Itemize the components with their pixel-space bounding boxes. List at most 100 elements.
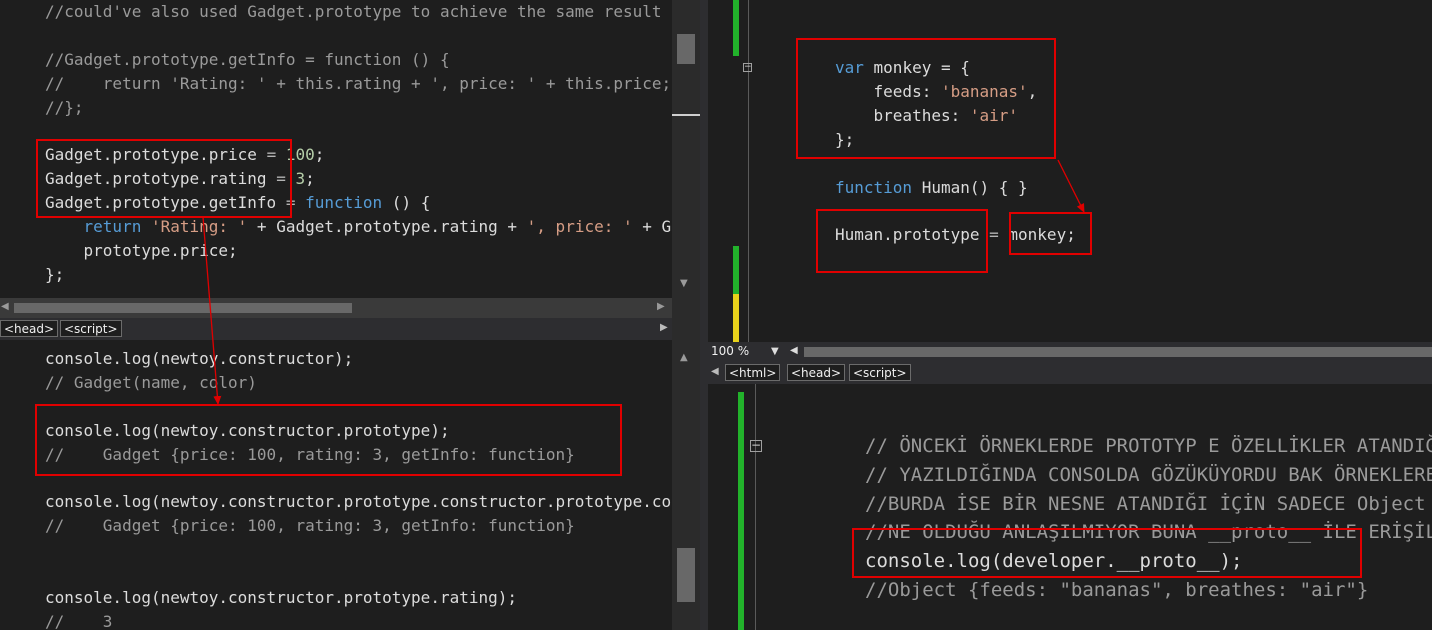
code-token: breathes: — [835, 105, 970, 125]
breadcrumb-scroll-left-icon[interactable]: ◀ — [711, 366, 719, 377]
code-token: Human() { } — [912, 177, 1028, 197]
code-token: function — [835, 177, 913, 197]
code-line[interactable]: // ÖNCEKİ ÖRNEKLERDE PROTOTYP E ÖZELLİKL… — [865, 432, 1432, 461]
code-line[interactable]: //}; — [45, 96, 84, 120]
scroll-marker — [672, 114, 700, 116]
top-left-breadcrumb-bar: <head> <script> ▶ — [0, 318, 672, 340]
code-line[interactable]: //Object {feeds: "bananas", breathes: "a… — [865, 576, 1368, 605]
code-line[interactable]: //Gadget.prototype.getInfo = function ()… — [45, 48, 450, 72]
code-token: function — [305, 193, 383, 213]
code-line[interactable]: // Gadget(name, color) — [45, 371, 257, 395]
code-line[interactable]: // YAZILDIĞINDA CONSOLDA GÖZÜKÜYORDU BAK… — [865, 461, 1432, 490]
code-token: Human.prototype — [835, 225, 990, 245]
code-line[interactable]: return 'Rating: ' + Gadget.prototype.rat… — [45, 215, 672, 239]
scroll-left-arrow-icon[interactable]: ◀ — [790, 345, 798, 356]
code-token: = — [989, 225, 999, 245]
code-line[interactable]: console.log(newtoy.constructor); — [45, 347, 353, 371]
bottom-left-editor[interactable]: console.log(newtoy.constructor); // Gadge… — [0, 340, 672, 630]
code-token: //could've also used Gadget.prototype to… — [45, 2, 662, 21]
code-token: 'Rating: ' — [150, 217, 248, 237]
top-left-horizontal-scrollbar[interactable]: ◀ ▶ — [0, 298, 672, 318]
breadcrumb-head[interactable]: <head> — [787, 364, 846, 381]
breadcrumb-script[interactable]: <script> — [849, 364, 911, 381]
code-line[interactable]: // return 'Rating: ' + this.rating + ', … — [45, 72, 671, 96]
code-token: console.log(developer.__proto__); — [865, 550, 1243, 573]
code-token: = — [266, 145, 277, 165]
code-token: prototype.price; — [45, 241, 238, 260]
code-token: console.log(newtoy.constructor.prototype… — [45, 420, 450, 440]
code-line[interactable]: }; — [835, 128, 854, 152]
top-left-vertical-scrollbar[interactable]: ▼ — [672, 0, 700, 298]
code-token: console.log(newtoy.constructor.prototype… — [45, 492, 672, 512]
code-line[interactable]: feeds: 'bananas', — [835, 80, 1038, 104]
code-token: }; — [45, 264, 65, 284]
code-line[interactable]: Gadget.prototype.price = 100; — [45, 143, 324, 167]
code-token: , — [1027, 81, 1038, 101]
code-token: Gadget.prototype.rating — [45, 169, 277, 189]
scroll-up-arrow-icon[interactable]: ▲ — [680, 352, 688, 363]
code-line[interactable]: console.log(newtoy.constructor.prototype… — [45, 419, 450, 443]
code-line[interactable]: console.log(newtoy.constructor.prototype… — [45, 586, 517, 610]
collapse-icon[interactable]: − — [750, 439, 762, 452]
bottom-left-vertical-scrollbar[interactable]: ▲ — [672, 340, 700, 630]
code-token: console.log(newtoy.constructor.prototype… — [45, 588, 518, 607]
code-line[interactable]: Gadget.prototype.getInfo = function () { — [45, 191, 430, 215]
code-token: monkey; — [998, 225, 1076, 245]
code-line[interactable]: //could've also used Gadget.prototype to… — [45, 0, 662, 24]
scroll-thumb[interactable] — [677, 34, 695, 64]
vertical-splitter[interactable] — [700, 0, 708, 630]
top-right-status-bar: 100 % ▼ ◀ — [708, 342, 1432, 362]
code-line[interactable]: // Gadget {price: 100, rating: 3, getInf… — [45, 443, 575, 467]
code-token: return — [83, 217, 142, 237]
code-token: monkey = { — [863, 58, 970, 77]
breadcrumb-scroll-right-icon[interactable]: ▶ — [660, 322, 668, 333]
code-line[interactable]: Gadget.prototype.rating = 3; — [45, 167, 315, 191]
code-line[interactable]: prototype.price; — [45, 239, 238, 263]
code-token: = — [276, 169, 286, 189]
code-line[interactable]: //BURDA İSE BİR NESNE ATANDIĞI İÇİN SADE… — [865, 490, 1426, 519]
code-token: feeds: — [835, 81, 941, 101]
code-line[interactable]: var monkey = { — [835, 56, 970, 80]
code-token: ; — [314, 145, 325, 165]
code-token: () { — [382, 193, 431, 213]
bottom-right-editor[interactable]: − // ÖNCEKİ ÖRNEKLERDE PROTOTYP E ÖZELLİ… — [708, 384, 1432, 630]
top-right-editor[interactable]: − var monkey = { feeds: 'bananas', breat… — [708, 0, 1432, 342]
code-token: 100 — [285, 145, 315, 165]
code-line[interactable]: // Gadget {price: 100, rating: 3, getInf… — [45, 514, 575, 538]
collapse-icon[interactable]: − — [743, 63, 752, 72]
breadcrumb-script[interactable]: <script> — [60, 320, 122, 337]
hscroll-thumb[interactable] — [804, 347, 1432, 357]
hscroll-thumb[interactable] — [14, 303, 352, 313]
code-token: // YAZILDIĞINDA CONSOLDA GÖZÜKÜYORDU BAK… — [865, 463, 1432, 486]
scroll-right-arrow-icon[interactable]: ▶ — [657, 301, 665, 312]
code-line[interactable]: Human.prototype = monkey; — [835, 223, 1076, 247]
scroll-down-arrow-icon[interactable]: ▼ — [680, 278, 688, 289]
code-line[interactable]: console.log(developer.__proto__); — [865, 547, 1243, 576]
change-bar-green — [733, 246, 739, 294]
breadcrumb-head[interactable]: <head> — [0, 320, 59, 337]
code-token: // Gadget {price: 100, rating: 3, getInf… — [45, 444, 575, 464]
code-line[interactable]: //NE OLDUĞU ANLAŞILMIYOR BUNA __proto__ … — [865, 518, 1432, 547]
top-left-editor[interactable]: //could've also used Gadget.prototype to… — [0, 0, 672, 298]
zoom-level[interactable]: 100 % — [711, 344, 749, 358]
code-token: //BURDA İSE BİR NESNE ATANDIĞI İÇİN SADE… — [865, 492, 1426, 515]
code-token: //NE OLDUĞU ANLAŞILMIYOR BUNA __proto__ … — [865, 521, 1432, 544]
top-right-breadcrumb-bar: ◀ <html> <head> <script> — [708, 362, 1432, 384]
breadcrumb-html[interactable]: <html> — [725, 364, 781, 381]
scroll-thumb[interactable] — [677, 548, 695, 602]
code-line[interactable]: console.log(newtoy.constructor.prototype… — [45, 490, 672, 514]
code-token: //Object {feeds: "bananas", breathes: "a… — [865, 579, 1369, 601]
code-line[interactable]: // 3 — [45, 610, 112, 630]
code-line[interactable]: }; — [45, 263, 64, 287]
code-token: 3 — [295, 169, 306, 189]
code-line[interactable]: breathes: 'air' — [835, 104, 1019, 128]
code-token: 'air' — [969, 105, 1019, 125]
scroll-left-arrow-icon[interactable]: ◀ — [1, 301, 9, 312]
zoom-dropdown-chevron-down-icon[interactable]: ▼ — [771, 346, 779, 357]
code-line[interactable]: function Human() { } — [835, 176, 1028, 200]
code-token: + Gadget. — [642, 217, 672, 237]
